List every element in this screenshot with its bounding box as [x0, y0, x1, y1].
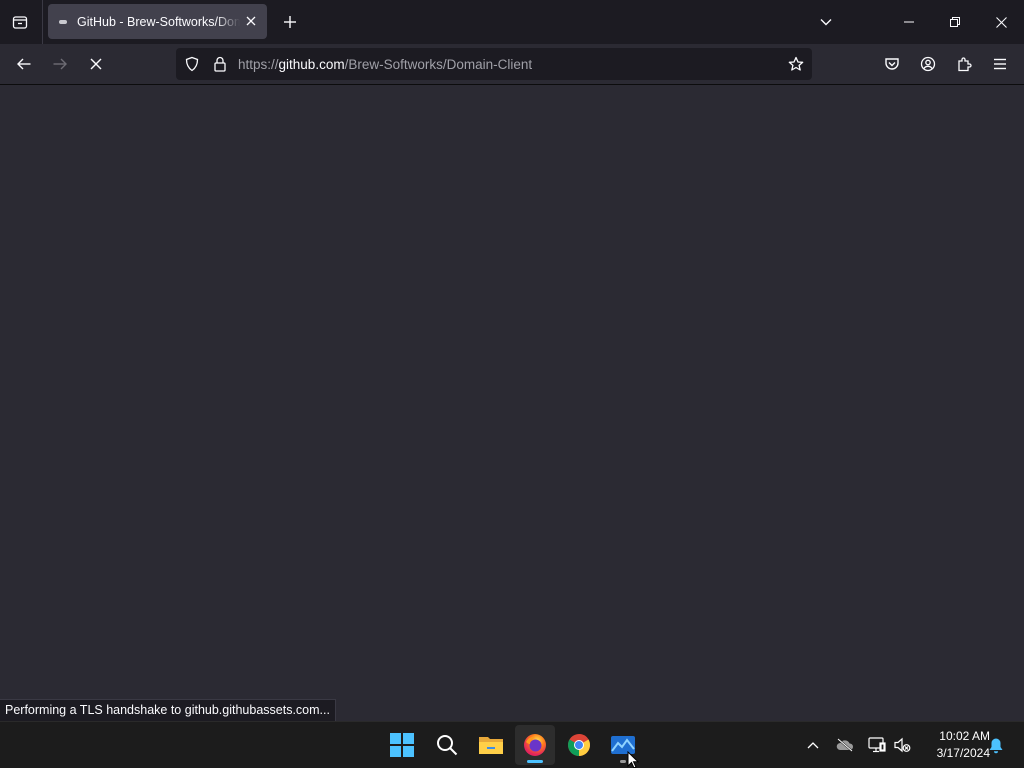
- volume-button[interactable]: [891, 734, 913, 756]
- navigation-toolbar: https://github.com/Brew-Softworks/Domain…: [0, 44, 1024, 85]
- screen: GitHub - Brew-Softworks/Domain-Client: [0, 0, 1024, 768]
- notifications-button[interactable]: [985, 734, 1007, 756]
- onedrive-offline-icon: [836, 738, 854, 752]
- close-window-button[interactable]: [978, 0, 1024, 44]
- chevron-up-icon: [807, 741, 819, 749]
- url-scheme: https://: [238, 57, 279, 72]
- pocket-button[interactable]: [876, 48, 908, 80]
- lock-icon[interactable]: [212, 56, 228, 72]
- taskbar: 10:02 AM 3/17/2024: [0, 721, 1024, 768]
- active-app-indicator: [527, 760, 543, 763]
- onedrive-button[interactable]: [834, 734, 856, 756]
- stop-loading-button[interactable]: [80, 48, 112, 80]
- restore-icon: [950, 17, 960, 27]
- network-button[interactable]: [866, 734, 888, 756]
- chrome-taskbar-button[interactable]: [559, 725, 599, 765]
- new-tab-button[interactable]: [278, 10, 302, 34]
- clock-date: 3/17/2024: [936, 746, 990, 760]
- url-host: github.com: [278, 57, 345, 72]
- tracking-protection-shield-icon[interactable]: [184, 56, 200, 72]
- running-app-indicator: [620, 760, 626, 763]
- page-content: [0, 85, 1024, 721]
- pocket-icon: [884, 56, 900, 72]
- extensions-button[interactable]: [948, 48, 980, 80]
- firefox-view-button[interactable]: [6, 8, 34, 36]
- forward-arrow-icon: [52, 56, 68, 72]
- chrome-icon: [567, 733, 591, 757]
- hamburger-menu-icon: [992, 56, 1008, 72]
- start-button[interactable]: [382, 725, 422, 765]
- close-icon: [995, 16, 1007, 28]
- tab-loading-icon: [59, 19, 67, 24]
- address-bar[interactable]: https://github.com/Brew-Softworks/Domain…: [176, 48, 812, 80]
- file-explorer-button[interactable]: [471, 725, 511, 765]
- show-hidden-icons-button[interactable]: [802, 734, 824, 756]
- clock-time: 10:02 AM: [939, 729, 990, 743]
- tab-title: GitHub - Brew-Softworks/Domain-Client: [77, 14, 240, 29]
- network-icon: [868, 737, 886, 753]
- account-icon: [920, 56, 936, 72]
- tab-strip: GitHub - Brew-Softworks/Domain-Client: [0, 0, 1024, 44]
- taskbar-search-button[interactable]: [427, 725, 467, 765]
- app-menu-button[interactable]: [984, 48, 1016, 80]
- firefox-view-icon: [12, 14, 28, 30]
- url-path: /Brew-Softworks/Domain-Client: [344, 57, 533, 72]
- minimize-icon: [904, 17, 914, 27]
- puzzle-icon: [956, 56, 972, 72]
- url-text[interactable]: https://github.com/Brew-Softworks/Domain…: [238, 57, 532, 72]
- firefox-icon: [523, 733, 547, 757]
- bookmark-star-icon[interactable]: [786, 54, 806, 74]
- account-button[interactable]: [912, 48, 944, 80]
- minimize-button[interactable]: [886, 0, 932, 44]
- list-all-tabs-button[interactable]: [814, 10, 838, 34]
- notification-bell-icon: [988, 737, 1004, 754]
- forward-button[interactable]: [44, 48, 76, 80]
- search-icon: [436, 734, 458, 756]
- back-arrow-icon: [16, 56, 32, 72]
- browser-tab[interactable]: GitHub - Brew-Softworks/Domain-Client: [48, 4, 267, 39]
- stop-icon: [89, 57, 103, 71]
- folder-icon: [478, 734, 504, 756]
- windows-start-icon: [390, 733, 414, 757]
- volume-muted-icon: [893, 737, 911, 753]
- tab-close-icon[interactable]: [243, 13, 259, 29]
- status-panel: Performing a TLS handshake to github.git…: [0, 699, 336, 721]
- chevron-down-icon: [819, 15, 833, 29]
- clock[interactable]: 10:02 AM 3/17/2024: [918, 728, 990, 762]
- plus-icon: [283, 15, 297, 29]
- firefox-taskbar-button[interactable]: [515, 725, 555, 765]
- mouse-pointer-icon: [627, 751, 639, 768]
- back-button[interactable]: [8, 48, 40, 80]
- restore-button[interactable]: [932, 0, 978, 44]
- tab-separator: [42, 0, 43, 44]
